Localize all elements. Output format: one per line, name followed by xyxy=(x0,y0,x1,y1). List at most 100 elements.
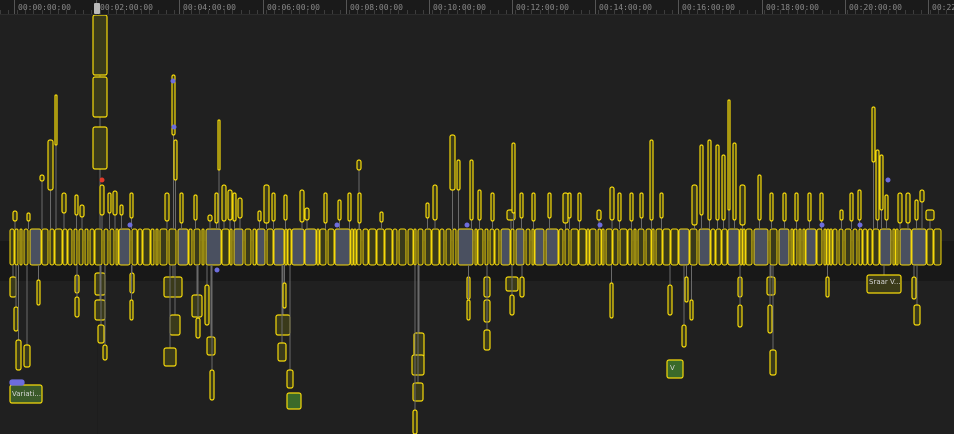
primary-clip[interactable] xyxy=(474,228,478,266)
connected-clip-above[interactable] xyxy=(807,192,812,222)
primary-clip[interactable] xyxy=(424,228,432,266)
connected-clip-above[interactable] xyxy=(299,189,305,223)
primary-clip[interactable] xyxy=(244,228,252,266)
connected-clip-above[interactable] xyxy=(567,192,572,219)
connected-clip-above[interactable] xyxy=(214,192,219,224)
connected-clip-below[interactable] xyxy=(913,304,921,326)
connected-clip-above[interactable] xyxy=(456,159,461,191)
primary-clip[interactable] xyxy=(368,228,377,266)
connected-clip-below[interactable] xyxy=(163,347,177,367)
primary-clip[interactable] xyxy=(201,228,205,266)
connected-clip-above[interactable] xyxy=(227,189,233,221)
primary-clip[interactable] xyxy=(477,228,484,266)
primary-clip[interactable] xyxy=(252,228,257,266)
connected-clip-below[interactable] xyxy=(509,294,515,316)
primary-clip[interactable] xyxy=(316,228,320,266)
primary-clip[interactable] xyxy=(872,228,880,266)
connected-clip-above[interactable] xyxy=(794,192,799,222)
primary-clip[interactable] xyxy=(78,228,84,266)
primary-clip[interactable] xyxy=(84,228,89,266)
connected-clip-below[interactable] xyxy=(15,339,22,371)
primary-clip[interactable] xyxy=(445,228,452,266)
connected-clip-above[interactable] xyxy=(173,139,178,181)
connected-clip-below[interactable] xyxy=(483,329,491,351)
connected-clip-above[interactable] xyxy=(839,209,844,221)
connected-clip-below[interactable] xyxy=(286,369,294,389)
primary-clip[interactable] xyxy=(826,228,830,266)
primary-clip[interactable] xyxy=(398,228,407,266)
connected-clip-above[interactable] xyxy=(732,142,737,221)
primary-clip[interactable] xyxy=(131,228,138,266)
connected-clip-above[interactable] xyxy=(707,139,712,221)
connected-clip-above[interactable] xyxy=(61,192,67,214)
connected-clip-above[interactable] xyxy=(875,149,880,221)
primary-clip[interactable] xyxy=(9,228,15,266)
primary-clip[interactable] xyxy=(662,228,671,266)
primary-clip[interactable] xyxy=(612,228,619,266)
primary-clip[interactable] xyxy=(417,228,424,266)
primary-clip[interactable] xyxy=(601,228,605,266)
primary-clip[interactable] xyxy=(109,228,115,266)
playhead-handle[interactable] xyxy=(94,3,100,14)
primary-clip[interactable] xyxy=(233,228,244,266)
connected-clip-above[interactable] xyxy=(919,189,925,203)
primary-clip[interactable] xyxy=(589,228,597,266)
primary-clip[interactable] xyxy=(531,228,535,266)
primary-clip[interactable] xyxy=(769,228,778,266)
primary-clip[interactable] xyxy=(564,228,570,266)
primary-clip[interactable] xyxy=(545,228,559,266)
connected-clip-above[interactable] xyxy=(164,192,170,222)
connected-clip-above[interactable] xyxy=(629,192,634,222)
timeline-area[interactable]: Variati... V Sraar V... xyxy=(0,15,954,434)
connected-clip-above[interactable] xyxy=(207,214,213,222)
connected-clip-above[interactable] xyxy=(107,192,112,214)
connected-clip-above[interactable] xyxy=(715,144,720,221)
connected-clip-above[interactable] xyxy=(596,209,602,221)
connected-clip-above[interactable] xyxy=(356,159,362,171)
connected-clip-below[interactable] xyxy=(169,314,181,336)
primary-clip[interactable] xyxy=(362,228,369,266)
connected-clip-above[interactable] xyxy=(769,192,774,222)
connected-clip-above[interactable] xyxy=(857,189,862,221)
primary-clip[interactable] xyxy=(899,228,912,266)
connected-clip-above[interactable] xyxy=(739,184,746,226)
primary-clip[interactable] xyxy=(273,228,285,266)
connected-clip-above[interactable] xyxy=(699,144,704,216)
connected-clip-below[interactable] xyxy=(684,276,689,303)
primary-clip[interactable] xyxy=(829,228,833,266)
primary-clip[interactable] xyxy=(926,228,934,266)
primary-clip[interactable] xyxy=(168,228,177,266)
primary-clip[interactable] xyxy=(353,228,357,266)
connected-clip-above[interactable] xyxy=(179,192,184,224)
primary-clip[interactable] xyxy=(911,228,927,266)
primary-clip[interactable] xyxy=(605,228,613,266)
primary-clip[interactable] xyxy=(753,228,769,266)
connected-clip-above[interactable] xyxy=(263,184,270,224)
primary-clip[interactable] xyxy=(484,228,489,266)
connected-clip-above[interactable] xyxy=(12,210,18,222)
primary-clip[interactable] xyxy=(793,228,798,266)
connected-clip-above[interactable] xyxy=(879,154,884,211)
connected-clip-above[interactable] xyxy=(99,184,105,216)
connected-clip-below[interactable] xyxy=(277,342,287,362)
primary-clip[interactable] xyxy=(867,228,873,266)
connected-clip-below[interactable] xyxy=(825,276,830,298)
primary-clip[interactable] xyxy=(933,228,942,266)
primary-clip[interactable] xyxy=(739,228,743,266)
primary-clip[interactable] xyxy=(14,228,19,266)
connected-clip-below[interactable] xyxy=(13,306,19,332)
primary-clip[interactable] xyxy=(229,228,233,266)
primary-clip[interactable] xyxy=(413,228,417,266)
primary-clip[interactable] xyxy=(627,228,633,266)
primary-clip[interactable] xyxy=(721,228,728,266)
timecode-ruler[interactable]: 00:00:00:00 00:02:00:00 00:04:00:00 00:06:0… xyxy=(0,0,954,15)
connected-clip-above[interactable] xyxy=(26,212,31,222)
primary-clip[interactable] xyxy=(94,228,103,266)
connected-clip-below[interactable] xyxy=(97,324,105,344)
primary-clip[interactable] xyxy=(256,228,266,266)
primary-clip[interactable] xyxy=(715,228,722,266)
clip-marker[interactable] xyxy=(857,222,863,228)
primary-clip[interactable] xyxy=(515,228,525,266)
clip-marker[interactable] xyxy=(214,267,220,273)
connected-clip-above[interactable] xyxy=(531,192,536,222)
